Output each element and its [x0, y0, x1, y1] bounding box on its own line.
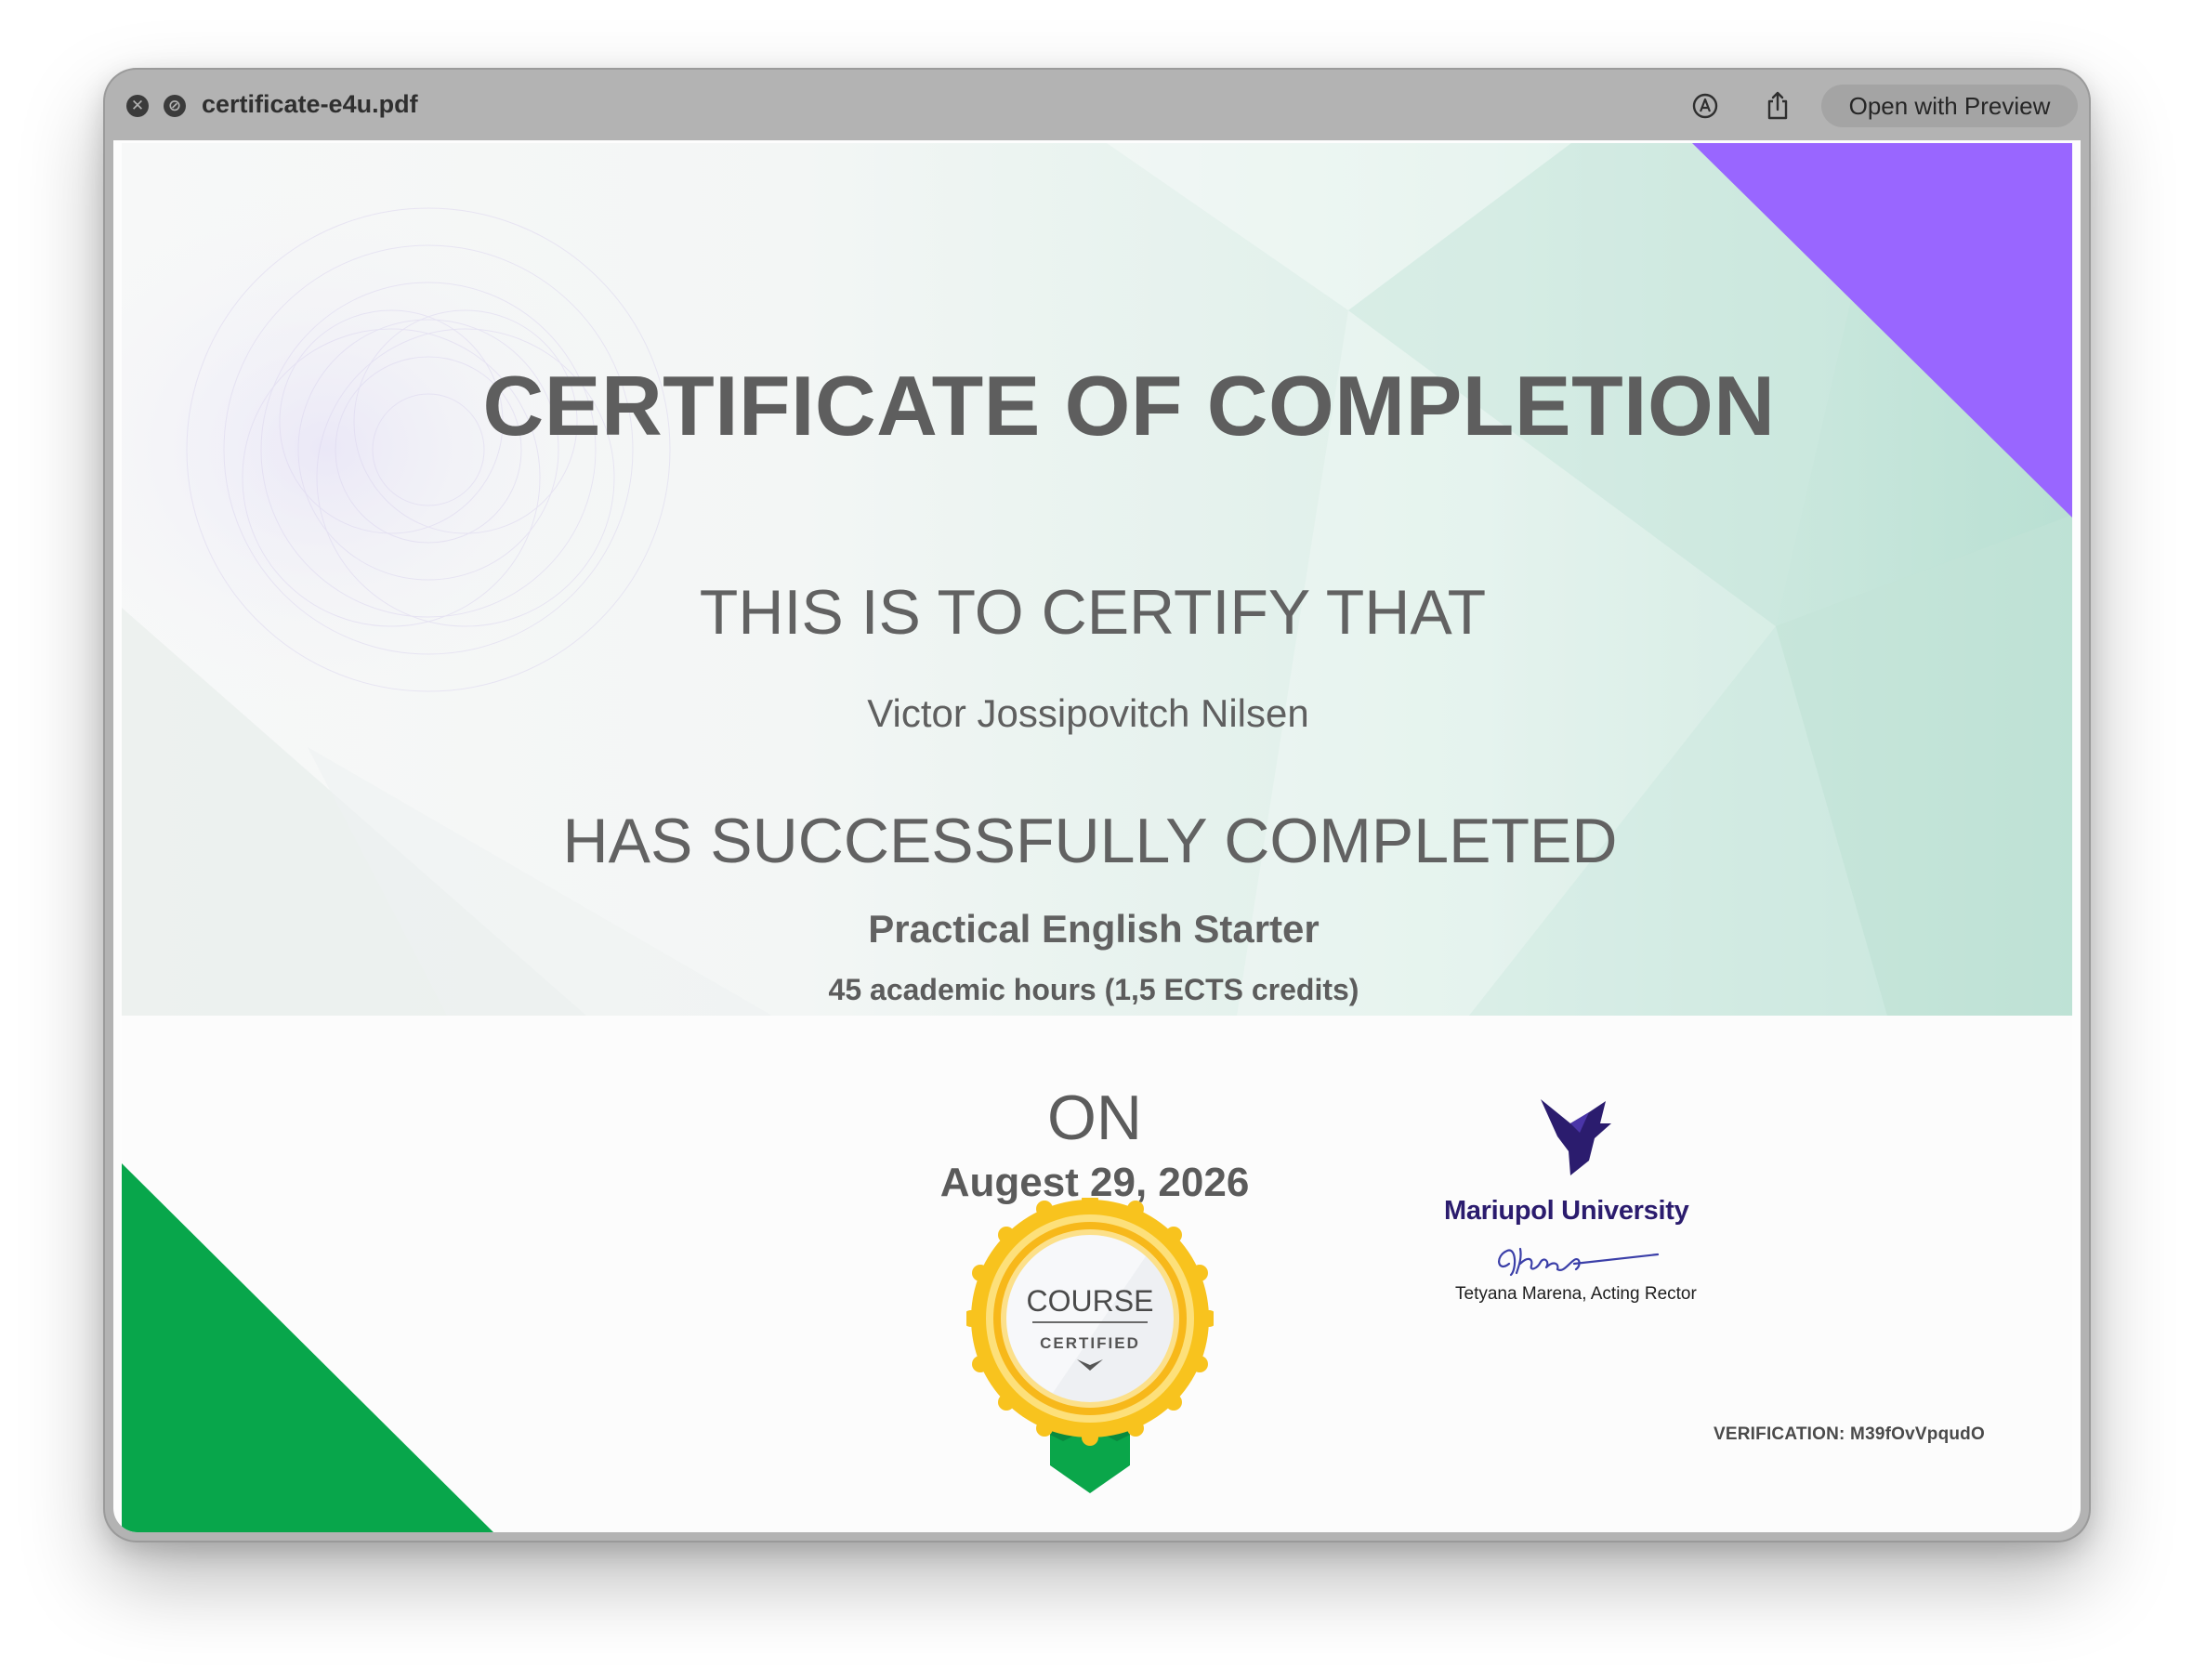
certify-line: THIS IS TO CERTIFY THAT [699, 577, 1487, 648]
badge-course-text: COURSE [1027, 1284, 1154, 1318]
signatory-name: Tetyana Marena, Acting Rector [1455, 1284, 1697, 1304]
markup-icon[interactable] [1689, 90, 1721, 122]
rector-signature [1498, 1247, 1660, 1277]
certificate-page: CERTIFICATE OF COMPLETION THIS IS TO CER… [122, 143, 2072, 1532]
document-area: CERTIFICATE OF COMPLETION THIS IS TO CER… [113, 140, 2081, 1532]
course-name: Practical English Starter [868, 907, 1320, 951]
share-icon[interactable] [1762, 90, 1793, 122]
expand-icon[interactable]: ⊘ [164, 95, 186, 117]
university-bird-logo-icon [1541, 1099, 1611, 1175]
close-icon[interactable]: ✕ [126, 95, 149, 117]
certificate-title: CERTIFICATE OF COMPLETION [482, 360, 1776, 453]
recipient-name: Victor Jossipovitch Nilsen [867, 691, 1309, 735]
open-with-preview-button[interactable]: Open with Preview [1821, 85, 2078, 127]
course-hours: 45 academic hours (1,5 ECTS credits) [828, 973, 1359, 1006]
completed-line: HAS SUCCESSFULLY COMPLETED [562, 806, 1618, 876]
verification-code: VERIFICATION: M39fOvVpqudO [1714, 1424, 1985, 1444]
university-name: Mariupol University [1444, 1196, 1689, 1226]
course-certified-badge: COURSE CERTIFIED [966, 1198, 1214, 1493]
quicklook-window: ✕ ⊘ certificate-e4u.pdf Open with Previe… [105, 70, 2089, 1541]
badge-certified-text: CERTIFIED [1040, 1334, 1140, 1352]
on-label: ON [1047, 1083, 1142, 1153]
file-name: certificate-e4u.pdf [202, 90, 418, 118]
title-bar: ✕ ⊘ certificate-e4u.pdf Open with Previe… [105, 70, 2089, 140]
